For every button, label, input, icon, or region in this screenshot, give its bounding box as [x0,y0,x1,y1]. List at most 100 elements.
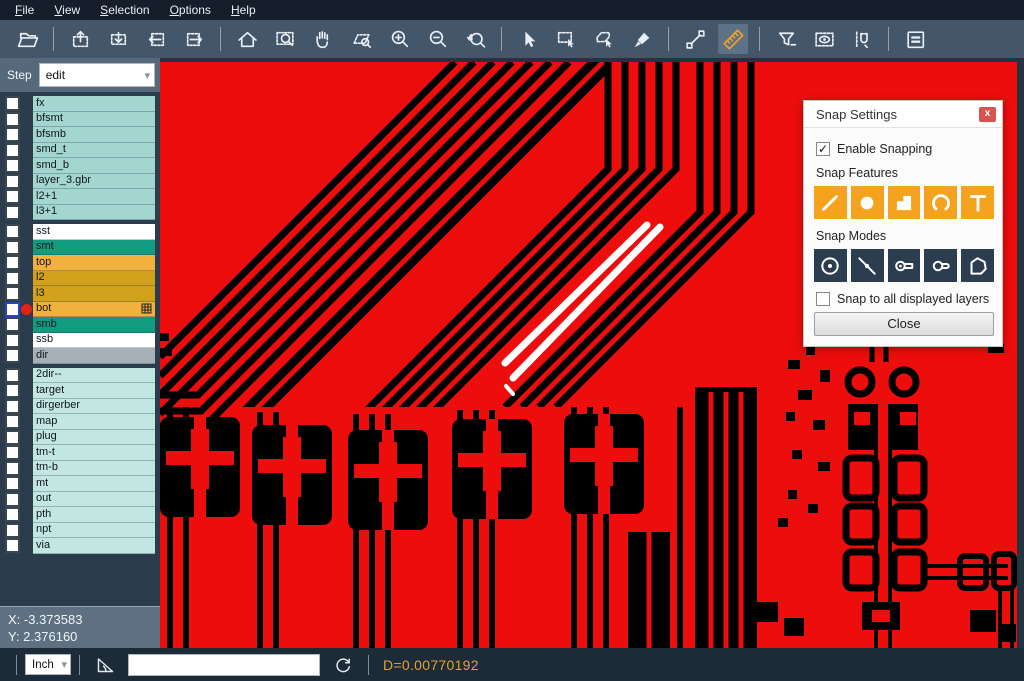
snap-feature-text-button[interactable] [961,186,994,219]
layer-label[interactable]: dir [33,348,155,364]
layer-label[interactable]: fx [33,96,155,112]
close-icon[interactable]: x [979,107,996,122]
filter-button[interactable] [771,24,801,54]
step-select[interactable]: edit ▾ [39,63,155,87]
load-bottom-button[interactable] [103,24,133,54]
layer-label[interactable]: bot [33,302,155,318]
layer-visibility-checkbox[interactable] [5,492,20,507]
zoom-in-button[interactable] [384,24,414,54]
pan-hand-button[interactable] [308,24,338,54]
layer-visibility-checkbox[interactable] [5,461,20,476]
layer-visibility-checkbox[interactable] [5,430,20,445]
layer-label[interactable]: smd_t [33,143,155,159]
layer-label[interactable]: bfsmt [33,112,155,128]
layer-visibility-checkbox[interactable] [5,240,20,255]
layer-visibility-checkbox[interactable] [5,414,20,429]
close-button[interactable]: Close [814,312,994,336]
snap-feature-surface-button[interactable] [888,186,921,219]
refresh-icon[interactable] [332,654,354,676]
view-box-button[interactable] [809,24,839,54]
zoom-window-button[interactable] [346,24,376,54]
layer-visibility-checkbox[interactable] [5,348,20,363]
snap-mode-center-button[interactable] [814,249,847,282]
layer-visibility-checkbox[interactable] [5,507,20,522]
angle-tool-icon[interactable] [94,654,116,676]
zoom-select-button[interactable] [270,24,300,54]
layer-label[interactable]: smb [33,317,155,333]
select-arrow-button[interactable] [513,24,543,54]
layer-label[interactable]: top [33,255,155,271]
layer-visibility-checkbox[interactable] [5,174,20,189]
layer-label[interactable]: mt [33,476,155,492]
layer-label[interactable]: map [33,414,155,430]
layer-label[interactable]: sst [33,224,155,240]
menu-selection[interactable]: Selection [91,1,158,19]
snap-feature-line-button[interactable] [814,186,847,219]
enable-snapping-checkbox[interactable]: ✓ [816,142,830,156]
snap-mode-slot-end-button[interactable] [888,249,921,282]
layer-label[interactable]: out [33,492,155,508]
paint-button[interactable] [627,24,657,54]
command-input[interactable] [128,654,320,676]
layer-visibility-checkbox[interactable] [5,399,20,414]
layer-visibility-checkbox[interactable] [5,189,20,204]
measure-distance-button[interactable] [680,24,710,54]
layer-label[interactable]: smt [33,240,155,256]
layer-label[interactable]: l2+1 [33,189,155,205]
snap-mode-corner-button[interactable] [961,249,994,282]
snap-mode-slot-button[interactable] [924,249,957,282]
layer-label[interactable]: plug [33,430,155,446]
snap-all-layers-checkbox[interactable] [816,292,830,306]
layer-label[interactable]: target [33,383,155,399]
layer-visibility-checkbox[interactable] [5,523,20,538]
layer-visibility-checkbox[interactable] [5,255,20,270]
layer-visibility-checkbox[interactable] [5,112,20,127]
snap-magnet-button[interactable] [847,24,877,54]
layer-visibility-checkbox[interactable] [5,538,20,553]
layer-label[interactable]: bfsmb [33,127,155,143]
zoom-out-button[interactable] [422,24,452,54]
load-right-button[interactable] [179,24,209,54]
layer-label[interactable]: 2dir-- [33,368,155,384]
layer-label[interactable]: via [33,538,155,554]
layer-label[interactable]: npt [33,523,155,539]
layer-label[interactable]: tm-b [33,461,155,477]
layer-visibility-checkbox[interactable] [5,96,20,111]
layer-visibility-checkbox[interactable] [5,143,20,158]
layer-visibility-checkbox[interactable] [5,271,20,286]
layer-label[interactable]: l2 [33,271,155,287]
snap-mode-on-line-button[interactable] [851,249,884,282]
layer-visibility-checkbox[interactable] [5,445,20,460]
layer-label[interactable]: smd_b [33,158,155,174]
layer-label[interactable]: pth [33,507,155,523]
layer-label[interactable]: l3+1 [33,205,155,221]
select-poly-button[interactable] [589,24,619,54]
layer-visibility-checkbox[interactable] [5,302,20,317]
select-rect-button[interactable] [551,24,581,54]
report-button[interactable] [900,24,930,54]
zoom-previous-button[interactable] [460,24,490,54]
layer-visibility-checkbox[interactable] [5,286,20,301]
layer-visibility-checkbox[interactable] [5,158,20,173]
menu-help[interactable]: Help [222,1,265,19]
snap-feature-arc-button[interactable] [924,186,957,219]
layer-label[interactable]: l3 [33,286,155,302]
layer-label[interactable]: tm-t [33,445,155,461]
layer-visibility-checkbox[interactable] [5,368,20,383]
layer-visibility-checkbox[interactable] [5,127,20,142]
ruler-button[interactable] [718,24,748,54]
menu-options[interactable]: Options [161,1,220,19]
units-select[interactable]: Inch ▾ [25,654,71,675]
menu-file[interactable]: File [6,1,43,19]
layer-visibility-checkbox[interactable] [5,224,20,239]
open-file-button[interactable] [12,24,42,54]
layer-visibility-checkbox[interactable] [5,333,20,348]
home-view-button[interactable] [232,24,262,54]
dialog-title-bar[interactable]: Snap Settings x [804,101,1002,128]
layer-visibility-checkbox[interactable] [5,205,20,220]
menu-view[interactable]: View [45,1,89,19]
load-left-button[interactable] [141,24,171,54]
layer-label[interactable]: dirgerber [33,399,155,415]
layer-label[interactable]: ssb [33,333,155,349]
layer-visibility-checkbox[interactable] [5,383,20,398]
